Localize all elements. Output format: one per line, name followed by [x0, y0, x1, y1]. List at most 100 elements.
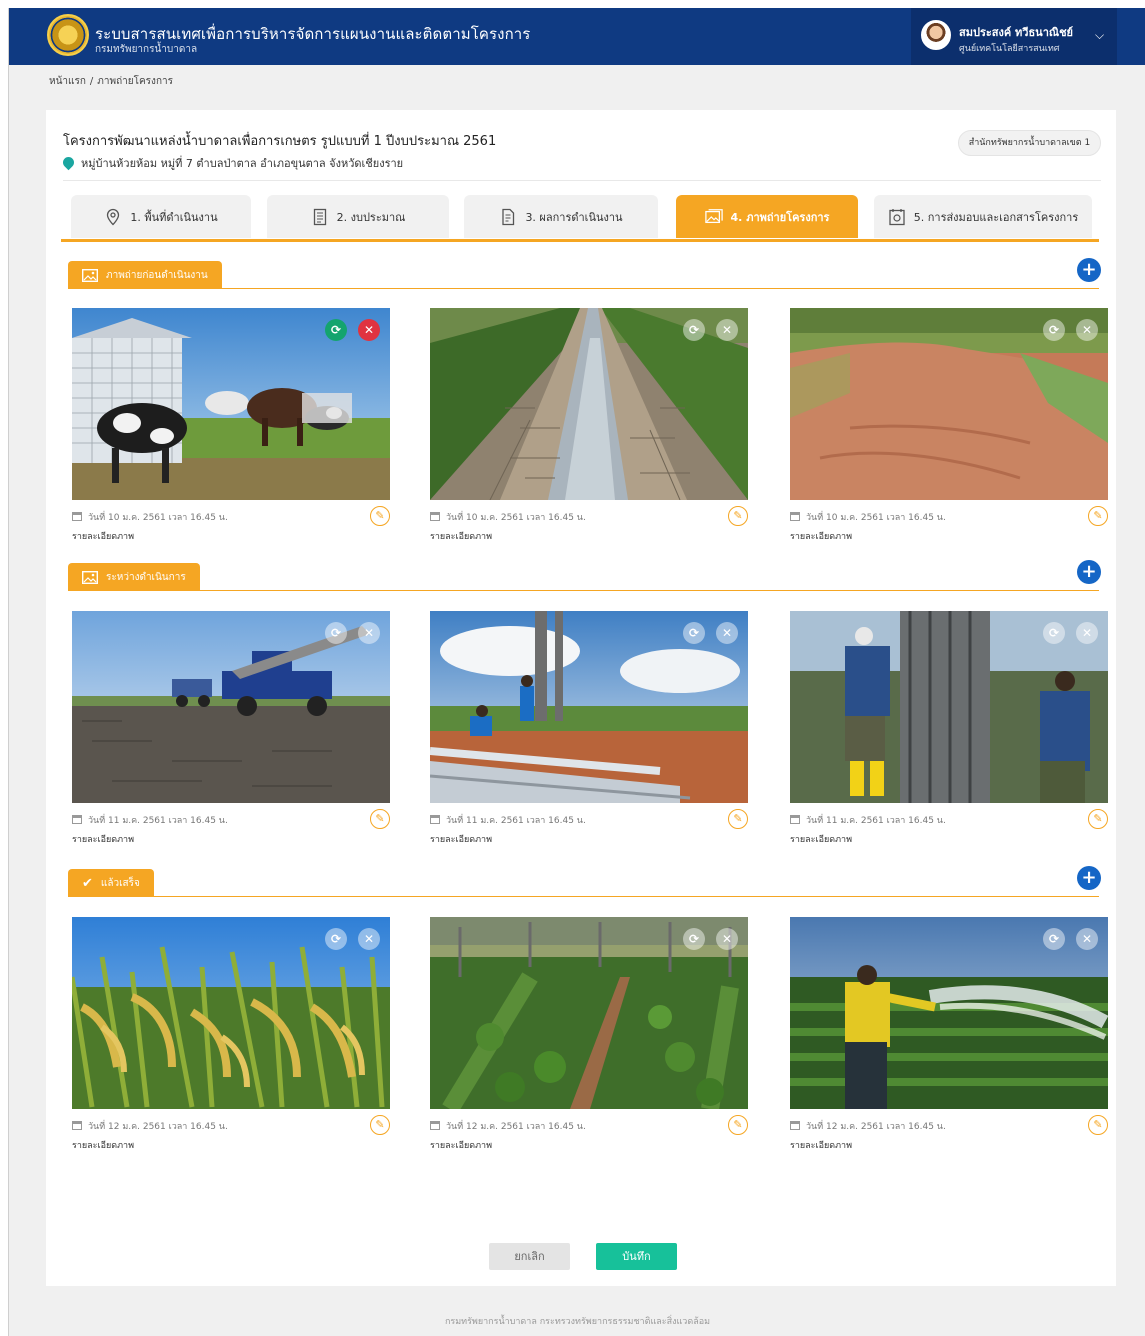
- edit-pencil-icon[interactable]: ✎: [728, 506, 748, 526]
- tab-label: 4. ภาพถ่ายโครงการ: [730, 210, 830, 224]
- tab-handover[interactable]: 5. การส่งมอบและเอกสารโครงการ: [874, 195, 1092, 238]
- photo-date: วันที่ 12 ม.ค. 2561 เวลา 16.45 น.: [72, 1119, 228, 1133]
- calendar-icon: [790, 512, 800, 521]
- photo-caption: รายละเอียดภาพ: [430, 1141, 493, 1151]
- remove-photo-button[interactable]: ✕: [1076, 319, 1098, 341]
- photo-card: ⟳ ✕ วันที่ 10 ม.ค. 2561 เวลา 16.45 น. รา…: [430, 308, 748, 546]
- replace-photo-button[interactable]: ⟳: [683, 622, 705, 644]
- cancel-button[interactable]: ยกเลิก: [489, 1243, 570, 1270]
- photo-meta: วันที่ 10 ม.ค. 2561 เวลา 16.45 น. รายละเ…: [790, 500, 1108, 546]
- remove-photo-button[interactable]: ✕: [358, 928, 380, 950]
- photo-card: ⟳ ✕ วันที่ 11 ม.ค. 2561 เวลา 16.45 น. รา…: [790, 611, 1108, 849]
- photo-thumbnail[interactable]: ⟳ ✕: [790, 308, 1108, 500]
- calendar-icon: [430, 512, 440, 521]
- image-icon: [82, 570, 98, 584]
- breadcrumb-home[interactable]: หน้าแรก: [49, 76, 86, 87]
- edit-pencil-icon[interactable]: ✎: [370, 1115, 390, 1135]
- calendar-icon: [430, 815, 440, 824]
- calendar-icon: [430, 1121, 440, 1130]
- photo-thumbnail[interactable]: ⟳ ✕: [72, 611, 390, 803]
- photo-meta: วันที่ 11 ม.ค. 2561 เวลา 16.45 น. รายละเ…: [72, 803, 390, 849]
- photo-date: วันที่ 10 ม.ค. 2561 เวลา 16.45 น.: [790, 510, 946, 524]
- add-photo-button[interactable]: +: [1077, 258, 1101, 282]
- replace-photo-button[interactable]: ⟳: [1043, 319, 1065, 341]
- tab-bar: 1. พื้นที่ดำเนินงาน 2. งบประมาณ 3. ผลการ…: [61, 195, 1099, 238]
- edit-pencil-icon[interactable]: ✎: [1088, 809, 1108, 829]
- photo-thumbnail[interactable]: ⟳ ✕: [430, 611, 748, 803]
- tab-budget[interactable]: 2. งบประมาณ: [267, 195, 449, 238]
- section-tab-during: ระหว่างดำเนินการ: [68, 563, 200, 591]
- replace-photo-button[interactable]: ⟳: [325, 928, 347, 950]
- photo-caption: รายละเอียดภาพ: [790, 835, 853, 845]
- photo-caption: รายละเอียดภาพ: [72, 1141, 135, 1151]
- app-frame: ระบบสารสนเทศเพื่อการบริหารจัดการแผนงานแล…: [8, 8, 1145, 1336]
- edit-pencil-icon[interactable]: ✎: [370, 506, 390, 526]
- photo-thumbnail[interactable]: ⟳ ✕: [72, 917, 390, 1109]
- photo-card: ⟳ ✕ วันที่ 11 ม.ค. 2561 เวลา 16.45 น. รา…: [430, 611, 748, 849]
- photo-date-text: วันที่ 12 ม.ค. 2561 เวลา 16.45 น.: [806, 1122, 946, 1132]
- tab-results[interactable]: 3. ผลการดำเนินงาน: [464, 195, 658, 238]
- tab-photos[interactable]: 4. ภาพถ่ายโครงการ: [676, 195, 858, 238]
- section-tab-before: ภาพถ่ายก่อนดำเนินงาน: [68, 261, 222, 289]
- replace-photo-button[interactable]: ⟳: [683, 319, 705, 341]
- remove-photo-button[interactable]: ✕: [358, 319, 380, 341]
- photo-thumbnail[interactable]: ⟳ ✕: [430, 308, 748, 500]
- user-org: ศูนย์เทคโนโลยีสารสนเทศ: [959, 44, 1060, 54]
- breadcrumb: หน้าแรก / ภาพถ่ายโครงการ: [49, 74, 177, 89]
- handover-icon: [888, 208, 906, 226]
- section-label: แล้วเสร็จ: [100, 877, 140, 889]
- photo-date: วันที่ 11 ม.ค. 2561 เวลา 16.45 น.: [72, 813, 228, 827]
- user-menu[interactable]: สมประสงค์ ทวีธนาณิชย์ ศูนย์เทคโนโลยีสารส…: [911, 8, 1117, 65]
- photo-meta: วันที่ 10 ม.ค. 2561 เวลา 16.45 น. รายละเ…: [430, 500, 748, 546]
- edit-pencil-icon[interactable]: ✎: [728, 1115, 748, 1135]
- section-divider: [68, 896, 1099, 897]
- chevron-down-icon[interactable]: ⌵: [1095, 28, 1104, 43]
- edit-pencil-icon[interactable]: ✎: [370, 809, 390, 829]
- photo-thumbnail[interactable]: ⟳ ✕: [72, 308, 390, 500]
- remove-photo-button[interactable]: ✕: [1076, 928, 1098, 950]
- footer: กรมทรัพยากรน้ำบาดาล กระทรวงทรัพยากรธรรมช…: [444, 1317, 711, 1327]
- save-button[interactable]: บันทึก: [596, 1243, 677, 1270]
- remove-photo-button[interactable]: ✕: [716, 319, 738, 341]
- app-subtitle: กรมทรัพยากรน้ำบาดาล: [95, 44, 198, 55]
- section-tab-done: ✔ แล้วเสร็จ: [68, 869, 154, 897]
- project-location: หมู่บ้านห้วยห้อม หมู่ที่ 7 ตำบลป่าตาล อำ…: [60, 154, 403, 172]
- photo-date: วันที่ 12 ม.ค. 2561 เวลา 16.45 น.: [430, 1119, 586, 1133]
- checkmark-icon: ✔: [82, 875, 93, 891]
- edit-pencil-icon[interactable]: ✎: [1088, 506, 1108, 526]
- photo-date-text: วันที่ 11 ม.ค. 2561 เวลา 16.45 น.: [88, 816, 228, 826]
- replace-photo-button[interactable]: ⟳: [1043, 928, 1065, 950]
- add-photo-button[interactable]: +: [1077, 560, 1101, 584]
- photo-date: วันที่ 11 ม.ค. 2561 เวลา 16.45 น.: [430, 813, 586, 827]
- add-photo-button[interactable]: +: [1077, 866, 1101, 890]
- edit-pencil-icon[interactable]: ✎: [728, 809, 748, 829]
- replace-photo-button[interactable]: ⟳: [1043, 622, 1065, 644]
- replace-photo-button[interactable]: ⟳: [325, 319, 347, 341]
- department-seal-logo: [47, 14, 89, 56]
- photo-date: วันที่ 12 ม.ค. 2561 เวลา 16.45 น.: [790, 1119, 946, 1133]
- remove-photo-button[interactable]: ✕: [716, 928, 738, 950]
- edit-pencil-icon[interactable]: ✎: [1088, 1115, 1108, 1135]
- breadcrumb-separator: /: [89, 76, 94, 87]
- photo-date-text: วันที่ 11 ม.ค. 2561 เวลา 16.45 น.: [446, 816, 586, 826]
- remove-photo-button[interactable]: ✕: [716, 622, 738, 644]
- section-label: ภาพถ่ายก่อนดำเนินงาน: [106, 269, 208, 281]
- replace-photo-button[interactable]: ⟳: [683, 928, 705, 950]
- photo-thumbnail[interactable]: ⟳ ✕: [790, 917, 1108, 1109]
- calendar-icon: [790, 815, 800, 824]
- photo-date-text: วันที่ 12 ม.ค. 2561 เวลา 16.45 น.: [88, 1122, 228, 1132]
- breadcrumb-current: ภาพถ่ายโครงการ: [97, 76, 173, 87]
- user-name: สมประสงค์ ทวีธนาณิชย์: [959, 26, 1073, 39]
- calendar-icon: [72, 1121, 82, 1130]
- remove-photo-button[interactable]: ✕: [1076, 622, 1098, 644]
- tab-area[interactable]: 1. พื้นที่ดำเนินงาน: [71, 195, 251, 238]
- photo-thumbnail[interactable]: ⟳ ✕: [430, 917, 748, 1109]
- photo-meta: วันที่ 11 ม.ค. 2561 เวลา 16.45 น. รายละเ…: [790, 803, 1108, 849]
- replace-photo-button[interactable]: ⟳: [325, 622, 347, 644]
- photo-date-text: วันที่ 11 ม.ค. 2561 เวลา 16.45 น.: [806, 816, 946, 826]
- section-label: ระหว่างดำเนินการ: [106, 571, 186, 583]
- remove-photo-button[interactable]: ✕: [358, 622, 380, 644]
- photo-card: ⟳ ✕ วันที่ 12 ม.ค. 2561 เวลา 16.45 น. รา…: [72, 917, 390, 1155]
- photo-thumbnail[interactable]: ⟳ ✕: [790, 611, 1108, 803]
- photo-card: ⟳ ✕ วันที่ 10 ม.ค. 2561 เวลา 16.45 น. รา…: [790, 308, 1108, 546]
